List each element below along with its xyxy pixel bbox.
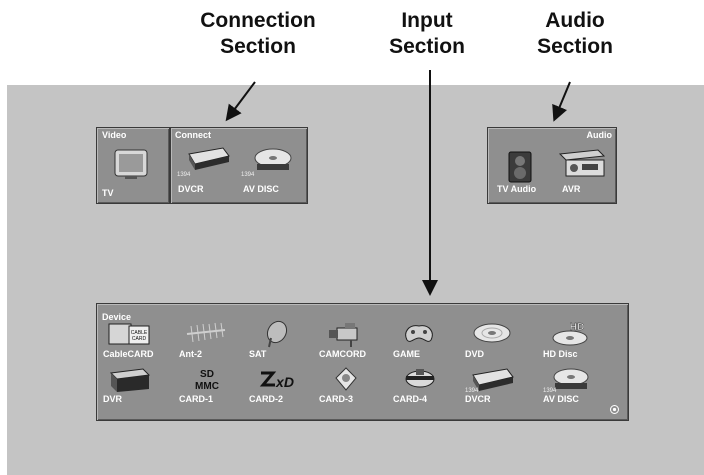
connection-arrow [225,81,256,122]
audio-arrow [552,81,571,122]
callout-arrows [225,70,571,296]
